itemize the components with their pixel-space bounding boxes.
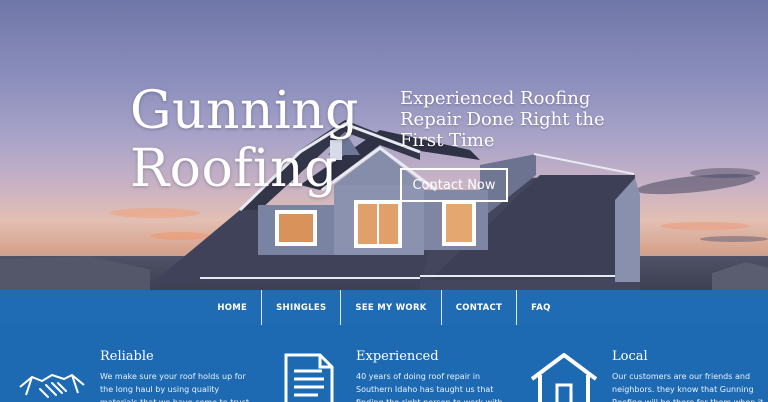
brand-line-1: Gunning xyxy=(130,81,359,141)
nav-item-shingles[interactable]: SHINGLES xyxy=(262,290,340,325)
feature-reliable: Reliable We make sure your roof holds up… xyxy=(0,325,260,402)
nav-item-contact[interactable]: CONTACT xyxy=(442,290,516,325)
feature-title: Reliable xyxy=(100,349,154,364)
hero-section: Gunning Roofing Experienced Roofing Repa… xyxy=(0,0,768,290)
brand-line-2: Roofing xyxy=(130,139,338,199)
house-icon xyxy=(530,353,598,402)
features-section: Reliable We make sure your roof holds up… xyxy=(0,325,768,402)
feature-text: We make sure your roof holds up for the … xyxy=(100,372,252,402)
hero-tagline: Experienced Roofing Repair Done Right th… xyxy=(400,88,605,151)
nav-item-see-my-work[interactable]: SEE MY WORK xyxy=(341,290,440,325)
feature-experienced: Experienced 40 years of doing roof repai… xyxy=(260,325,516,402)
contact-now-button[interactable]: Contact Now xyxy=(400,168,508,202)
nav-item-faq[interactable]: FAQ xyxy=(517,290,565,325)
feature-text: Our customers are our friends and neighb… xyxy=(612,372,763,402)
handshake-icon xyxy=(19,373,85,398)
nav-item-home[interactable]: HOME xyxy=(203,290,261,325)
house-image xyxy=(150,120,640,290)
feature-text: 40 years of doing roof repair in Souther… xyxy=(356,372,503,402)
feature-local: Local Our customers are our friends and … xyxy=(516,325,768,402)
main-nav: HOME SHINGLES SEE MY WORK CONTACT FAQ xyxy=(0,290,768,325)
brand-title: Gunning Roofing xyxy=(130,82,380,198)
feature-title: Experienced xyxy=(356,349,439,364)
document-icon xyxy=(284,353,334,402)
feature-title: Local xyxy=(612,349,648,364)
